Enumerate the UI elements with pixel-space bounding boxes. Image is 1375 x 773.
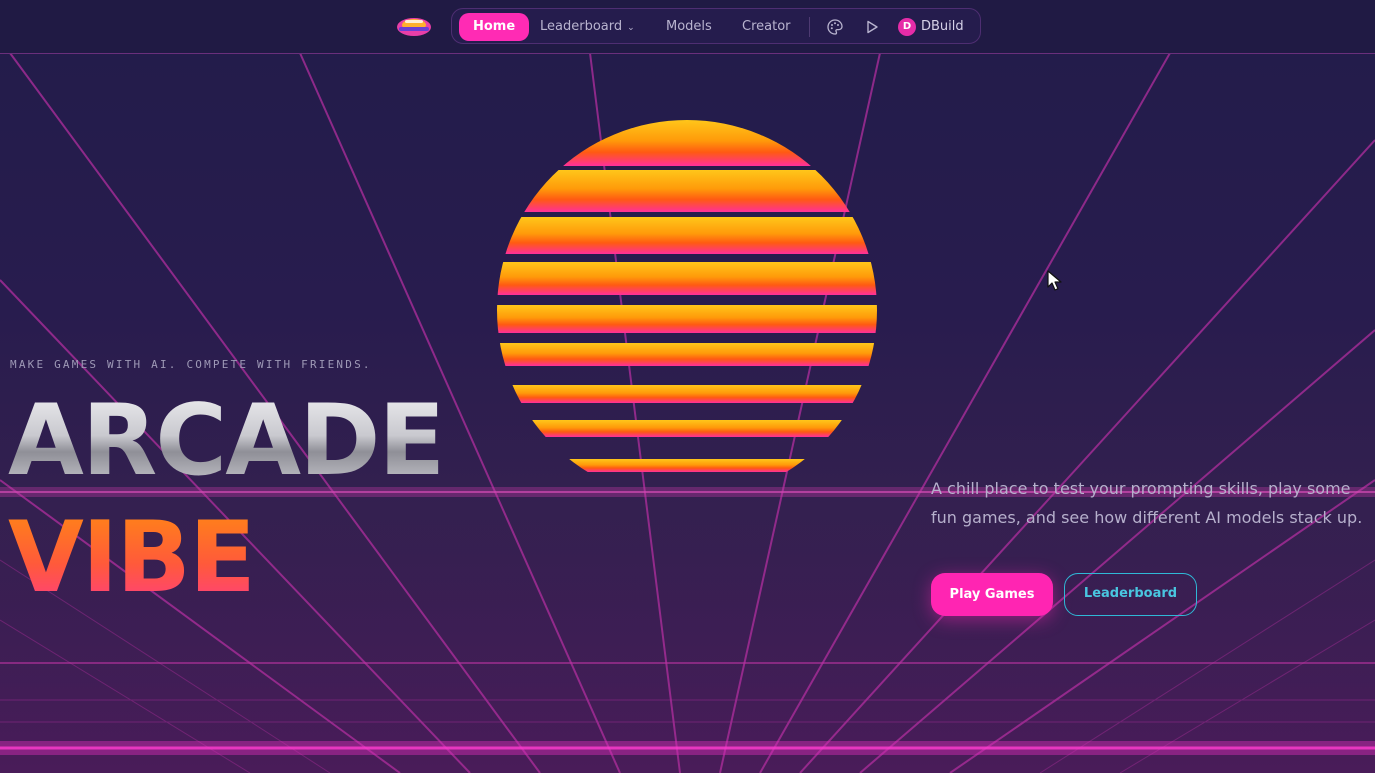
mouse-cursor-icon (1047, 270, 1062, 291)
leaderboard-button[interactable]: Leaderboard (1064, 573, 1197, 616)
arcade-logo-icon[interactable] (395, 14, 433, 40)
play-games-button[interactable]: Play Games (931, 573, 1053, 616)
play-icon[interactable] (863, 18, 881, 36)
hero-tagline: MAKE GAMES WITH AI. COMPETE WITH FRIENDS… (10, 358, 372, 371)
nav-pill: Home Leaderboard ⌄ Models Creator D DBuild (451, 8, 981, 44)
user-name: DBuild (921, 19, 964, 34)
hero-description: A chill place to test your prompting ski… (931, 479, 1363, 527)
nav-divider (809, 17, 810, 37)
sunset-graphic (497, 120, 877, 472)
top-navigation: Home Leaderboard ⌄ Models Creator D DBuild (0, 0, 1375, 54)
user-menu[interactable]: D DBuild (898, 13, 964, 41)
hero-title-arcade: ARCADE (8, 384, 445, 498)
nav-leaderboard-dropdown[interactable]: Leaderboard ⌄ (526, 13, 649, 41)
nav-leaderboard-label: Leaderboard (540, 19, 623, 34)
hero-title-vibe: VIBE (8, 501, 256, 615)
nav-home-link[interactable]: Home (459, 13, 530, 41)
nav-models-link[interactable]: Models (652, 13, 726, 41)
palette-icon[interactable] (826, 18, 844, 36)
chevron-down-icon: ⌄ (627, 23, 635, 33)
avatar: D (898, 17, 916, 36)
nav-creator-link[interactable]: Creator (728, 13, 805, 41)
page: Home Leaderboard ⌄ Models Creator D DBuild (0, 0, 1375, 773)
